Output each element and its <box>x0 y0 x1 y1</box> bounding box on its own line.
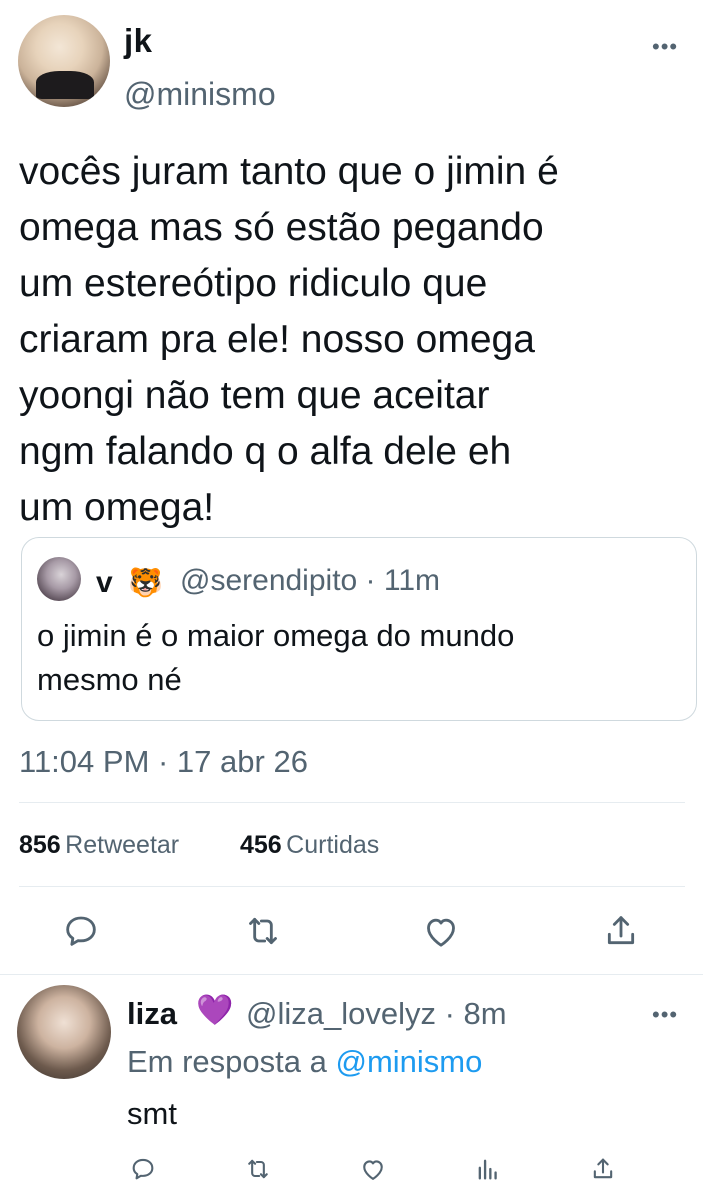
retweet-stat[interactable]: 856 Retweetar <box>19 831 179 860</box>
quoted-author-handle-time: @serendipito · 11m <box>180 564 441 597</box>
divider <box>19 886 685 887</box>
reply-author-avatar[interactable] <box>17 985 111 1079</box>
tweet-text: vocês juram tanto que o jimin é omega ma… <box>19 150 559 529</box>
divider <box>0 974 703 975</box>
author-avatar[interactable] <box>18 15 110 107</box>
heart-icon[interactable] <box>421 911 461 951</box>
like-count: 456 <box>240 831 282 859</box>
author-handle[interactable]: @minismo <box>124 76 276 113</box>
heart-icon[interactable] <box>359 1155 387 1183</box>
more-options-icon[interactable]: ••• <box>652 34 678 60</box>
tiger-emoji-icon: 🐯 <box>128 567 163 598</box>
purple-heart-icon: 💜 <box>196 994 234 1027</box>
replying-to-prefix: Em resposta a <box>127 1044 327 1079</box>
author-name[interactable]: jk <box>124 22 153 60</box>
retweet-icon[interactable] <box>244 1155 272 1183</box>
share-icon[interactable] <box>589 1155 617 1183</box>
reply-text: smt <box>127 1096 177 1131</box>
share-icon[interactable] <box>601 911 641 951</box>
replying-to-line: Em resposta a @minismo <box>127 1044 482 1080</box>
reply-author-name[interactable]: liza <box>127 996 177 1032</box>
analytics-icon[interactable] <box>474 1155 502 1183</box>
retweet-icon[interactable] <box>243 911 283 951</box>
reply-icon[interactable] <box>61 911 101 951</box>
quoted-tweet-text: o jimin é o maior omega do mundo mesmo n… <box>37 618 515 697</box>
reply-author-handle-time[interactable]: @liza_lovelyz · 8m <box>246 996 507 1032</box>
quoted-author-name: v <box>96 566 113 599</box>
retweet-count: 856 <box>19 831 61 859</box>
quoted-author-avatar <box>37 557 81 601</box>
replying-to-handle-link[interactable]: @minismo <box>336 1044 483 1079</box>
tweet-timestamp[interactable]: 11:04 PM · 17 abr 26 <box>19 744 308 780</box>
divider <box>19 802 685 803</box>
retweet-label: Retweetar <box>65 831 180 859</box>
like-stat[interactable]: 456 Curtidas <box>240 831 379 860</box>
like-label: Curtidas <box>286 831 380 859</box>
reply-icon[interactable] <box>129 1155 157 1183</box>
reply-more-options-icon[interactable]: ••• <box>652 1002 678 1028</box>
